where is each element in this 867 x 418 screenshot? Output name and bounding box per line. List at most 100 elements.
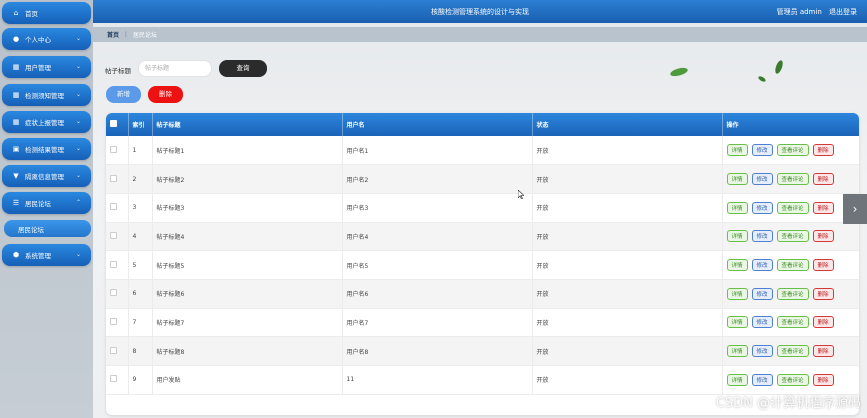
- view-comments-button[interactable]: 查看评论: [776, 373, 809, 386]
- row-index: 4: [128, 222, 153, 251]
- view-comments-button[interactable]: 查看评论: [776, 316, 809, 329]
- sidebar-subitem-forum[interactable]: 居民论坛: [4, 220, 91, 237]
- row-actions: 详情 修改 查看评论 删除: [722, 366, 859, 395]
- row-username: 用户名8: [342, 336, 533, 366]
- row-checkbox[interactable]: [106, 279, 129, 309]
- edit-button[interactable]: 修改: [751, 373, 773, 386]
- chevron-down-icon: ⌄: [75, 251, 81, 258]
- row-checkbox[interactable]: [106, 164, 129, 194]
- row-delete-button[interactable]: 删除: [812, 316, 834, 329]
- edit-button[interactable]: 修改: [751, 345, 773, 358]
- sidebar-item-users[interactable]: ▦ 用户管理 ⌄: [2, 56, 91, 78]
- sidebar-item-label: 首页: [25, 10, 38, 18]
- view-comments-button[interactable]: 查看评论: [776, 345, 809, 358]
- row-delete-button[interactable]: 删除: [812, 287, 834, 300]
- row-checkbox[interactable]: [106, 193, 129, 223]
- edit-button[interactable]: 修改: [751, 230, 773, 243]
- breadcrumb-current: 居民论坛: [133, 32, 158, 39]
- row-username: 用户名7: [342, 308, 533, 337]
- row-username: 用户名6: [342, 279, 533, 309]
- row-status: 开放: [532, 164, 723, 194]
- sidebar-item-test-notice[interactable]: ▦ 检测须知管理 ⌄: [2, 84, 91, 106]
- sidebar-item-isolation[interactable]: ▼ 隔离信息管理 ⌄: [2, 165, 91, 187]
- sidebar-item-system[interactable]: ⬢ 系统管理 ⌄: [2, 244, 91, 266]
- row-actions: 详情 修改 查看评论 删除: [722, 251, 859, 280]
- select-all-checkbox[interactable]: [106, 113, 129, 136]
- breadcrumb-home[interactable]: 首页: [107, 30, 119, 39]
- row-index: 7: [128, 308, 153, 337]
- row-checkbox[interactable]: [106, 136, 129, 165]
- detail-button[interactable]: 详情: [726, 201, 748, 214]
- view-comments-button[interactable]: 查看评论: [776, 230, 809, 243]
- detail-button[interactable]: 详情: [726, 173, 748, 186]
- add-button[interactable]: 新增: [106, 86, 141, 103]
- chevron-down-icon: ⌄: [75, 118, 81, 125]
- app-title: 核酸检测管理系统的设计与实现: [431, 8, 529, 16]
- chevron-down-icon: ⌄: [75, 35, 81, 42]
- table-row: 9 用户发贴 11 开放 详情 修改 查看评论 删除: [106, 365, 859, 395]
- detail-button[interactable]: 详情: [726, 316, 748, 329]
- leaf-decoration: [758, 76, 766, 82]
- detail-button[interactable]: 详情: [726, 144, 748, 157]
- sidebar-item-symptom-report[interactable]: ▦ 症状上报管理 ⌄: [2, 111, 91, 133]
- row-checkbox[interactable]: [106, 250, 129, 280]
- row-delete-button[interactable]: 删除: [812, 373, 834, 386]
- search-input[interactable]: 帖子标题: [138, 60, 212, 77]
- row-index: 1: [128, 136, 153, 165]
- column-header: 索引: [128, 113, 153, 136]
- delete-button[interactable]: 删除: [148, 86, 183, 103]
- row-delete-button[interactable]: 删除: [812, 230, 834, 243]
- edit-button[interactable]: 修改: [751, 316, 773, 329]
- chevron-up-icon: ⌃: [75, 199, 81, 206]
- query-button[interactable]: 查询: [219, 60, 267, 77]
- row-checkbox[interactable]: [106, 222, 129, 251]
- view-comments-button[interactable]: 查看评论: [776, 287, 809, 300]
- row-checkbox[interactable]: [106, 365, 129, 395]
- row-actions: 详情 修改 查看评论 删除: [722, 193, 859, 222]
- sidebar-item-home[interactable]: ⌂ 首页: [2, 2, 91, 24]
- chevron-right-icon[interactable]: ›: [843, 194, 867, 224]
- view-comments-button[interactable]: 查看评论: [776, 201, 809, 214]
- sidebar: ⌂ 首页 ● 个人中心 ⌄ ▦ 用户管理 ⌄ ▦ 检测须知管理 ⌄ ▦ 症状上报…: [0, 0, 93, 418]
- row-delete-button[interactable]: 删除: [812, 201, 834, 214]
- row-checkbox[interactable]: [106, 308, 129, 337]
- row-delete-button[interactable]: 删除: [812, 259, 834, 272]
- row-index: 5: [128, 250, 153, 280]
- row-actions: 详情 修改 查看评论 删除: [722, 136, 859, 165]
- user-icon: ●: [12, 35, 20, 43]
- edit-button[interactable]: 修改: [751, 201, 773, 214]
- row-status: 开放: [532, 365, 723, 395]
- edit-button[interactable]: 修改: [751, 287, 773, 300]
- edit-button[interactable]: 修改: [751, 144, 773, 157]
- edit-button[interactable]: 修改: [751, 173, 773, 186]
- breadcrumb: 首页 ⋮ 居民论坛: [93, 27, 867, 42]
- row-title: 帖子标题7: [152, 308, 343, 337]
- detail-button[interactable]: 详情: [726, 345, 748, 358]
- sidebar-item-test-results[interactable]: ▣ 检测结果管理 ⌄: [2, 138, 91, 160]
- watermark: CSDN @计算机程序源码: [715, 396, 861, 411]
- sidebar-item-forum[interactable]: ☰ 居民论坛 ⌃: [2, 192, 91, 214]
- view-comments-button[interactable]: 查看评论: [776, 259, 809, 272]
- sidebar-item-profile[interactable]: ● 个人中心 ⌄: [2, 28, 91, 50]
- row-title: 帖子标题6: [152, 279, 343, 309]
- logout-link[interactable]: 退出登录: [829, 8, 857, 16]
- row-title: 帖子标题8: [152, 336, 343, 366]
- view-comments-button[interactable]: 查看评论: [776, 144, 809, 157]
- detail-button[interactable]: 详情: [726, 373, 748, 386]
- search-label: 帖子标题: [105, 67, 131, 75]
- grid-icon: ▦: [12, 91, 20, 99]
- detail-button[interactable]: 详情: [726, 287, 748, 300]
- row-delete-button[interactable]: 删除: [812, 173, 834, 186]
- sliders-icon: ☰: [12, 199, 20, 207]
- row-delete-button[interactable]: 删除: [812, 345, 834, 358]
- table-row: 7 帖子标题7 用户名7 开放 详情 修改 查看评论 删除: [106, 308, 859, 337]
- detail-button[interactable]: 详情: [726, 259, 748, 272]
- forum-table: 索引 帖子标题 用户名 状态 操作 1 帖子标题1 用户名1 开放 详情 修改 查看评论 删除…: [106, 113, 859, 415]
- table-row: 3 帖子标题3 用户名3 开放 详情 修改 查看评论 删除: [106, 193, 859, 223]
- row-checkbox[interactable]: [106, 336, 129, 366]
- row-delete-button[interactable]: 删除: [812, 144, 834, 157]
- view-comments-button[interactable]: 查看评论: [776, 173, 809, 186]
- edit-button[interactable]: 修改: [751, 259, 773, 272]
- detail-button[interactable]: 详情: [726, 230, 748, 243]
- table-row: 4 帖子标题4 用户名4 开放 详情 修改 查看评论 删除: [106, 222, 859, 251]
